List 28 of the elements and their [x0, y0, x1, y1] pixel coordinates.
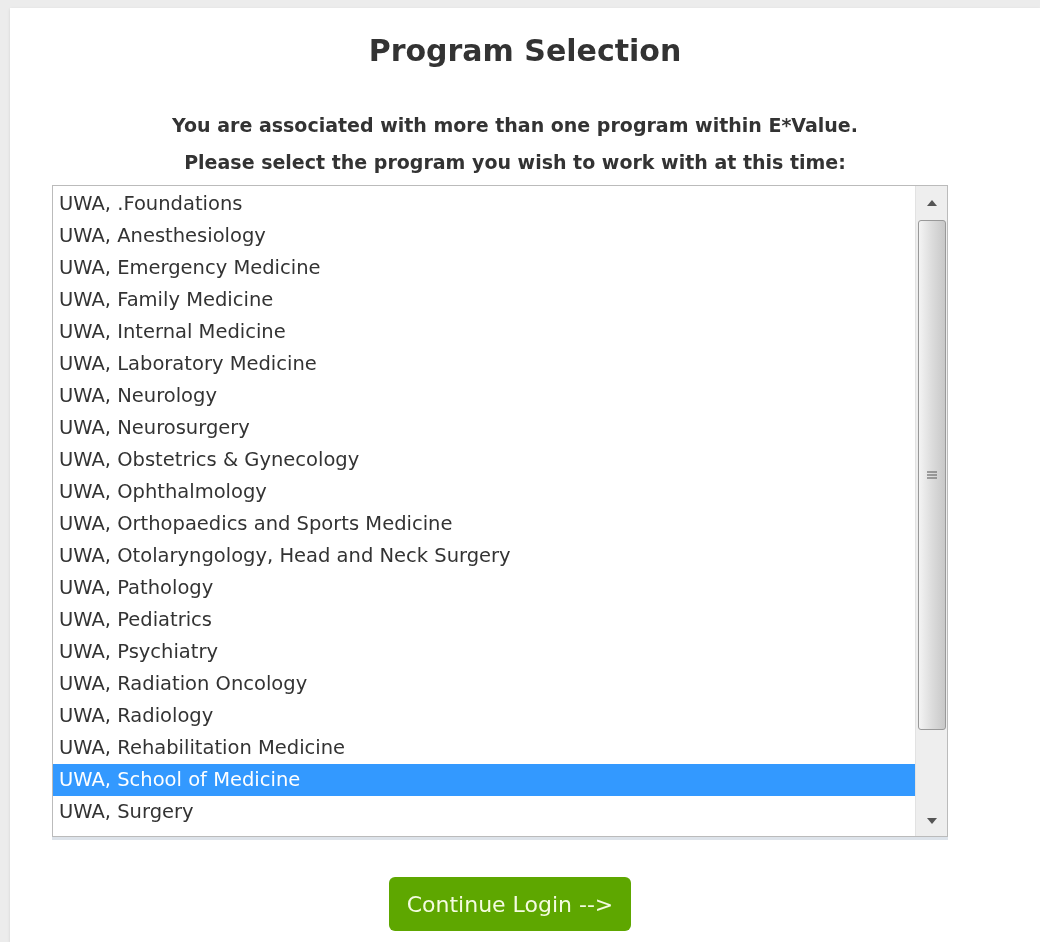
program-option[interactable]: UWA, Radiation Oncology: [53, 668, 915, 700]
program-option[interactable]: UWA, Surgery: [53, 796, 915, 828]
program-option[interactable]: UWA, Family Medicine: [53, 284, 915, 316]
scroll-thumb[interactable]: [917, 220, 946, 730]
scrollbar[interactable]: [915, 186, 947, 836]
scroll-down-icon[interactable]: [926, 818, 937, 824]
program-option[interactable]: UWA, Psychiatry: [53, 636, 915, 668]
program-option[interactable]: UWA, Emergency Medicine: [53, 252, 915, 284]
program-option[interactable]: UWA, Anesthesiology: [53, 220, 915, 252]
program-list[interactable]: [52, 185, 948, 837]
program-option[interactable]: UWA, Ophthalmology: [53, 476, 915, 508]
program-option[interactable]: UWA, Neurology: [53, 380, 915, 412]
grip-icon: [926, 471, 937, 479]
program-option[interactable]: UWA, .Foundations: [53, 188, 915, 220]
program-option[interactable]: UWA, Obstetrics & Gynecology: [53, 444, 915, 476]
instruction-text: Please select the program you wish to work with at this time:: [184, 150, 846, 175]
program-option[interactable]: UWA, Pathology: [53, 572, 915, 604]
program-option[interactable]: UWA, Internal Medicine: [53, 316, 915, 348]
program-option[interactable]: UWA, Radiology: [53, 700, 915, 732]
page-title: Program Selection: [368, 32, 682, 70]
program-option[interactable]: UWA, Orthopaedics and Sports Medicine: [53, 508, 915, 540]
program-option[interactable]: UWA, Otolaryngology, Head and Neck Surgery: [53, 540, 915, 572]
program-option[interactable]: UWA, Neurosurgery: [53, 412, 915, 444]
program-option[interactable]: UWA, Pediatrics: [53, 604, 915, 636]
program-option[interactable]: UWA, Rehabilitation Medicine: [53, 732, 915, 764]
scroll-up-icon[interactable]: [926, 200, 937, 206]
program-option[interactable]: UWA, Laboratory Medicine: [53, 348, 915, 380]
instruction-text: You are associated with more than one program within E*Value.: [172, 113, 858, 138]
